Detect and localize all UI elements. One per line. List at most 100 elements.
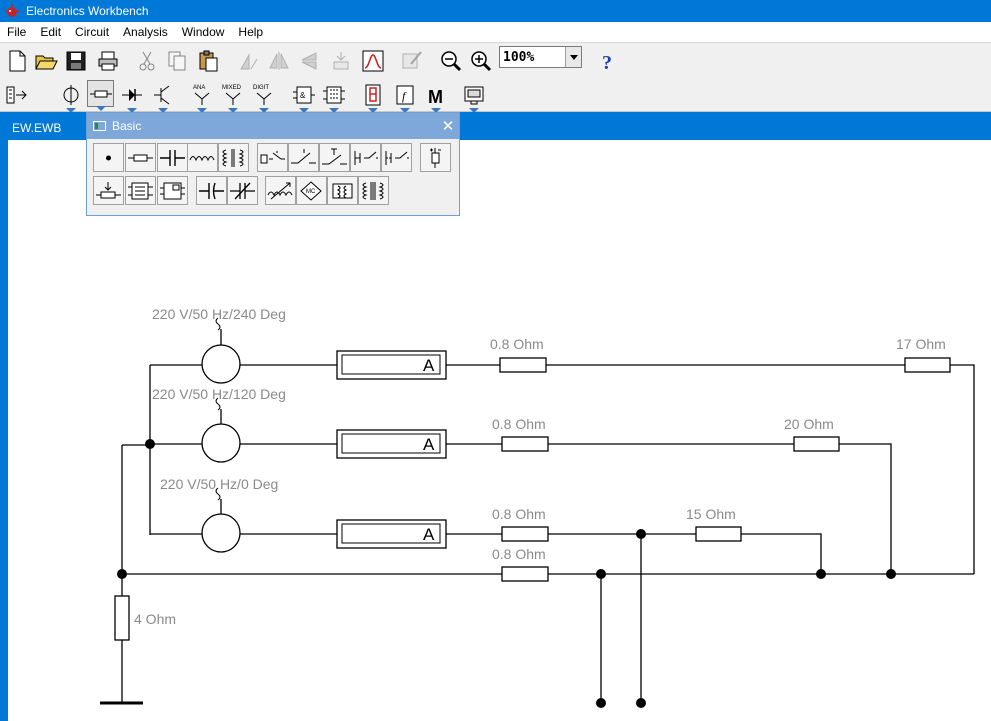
create-subcircuit-button[interactable] (398, 47, 425, 74)
svg-text:&: & (300, 91, 306, 100)
flip-horizontal-button[interactable] (265, 47, 292, 74)
main-toolbar: ? (0, 42, 991, 78)
favorites-bin-icon (6, 86, 27, 103)
ac-source-symbol (201, 344, 241, 384)
source-label: 220 V/50 Hz/240 Deg (152, 306, 286, 322)
ammeter-symbol: A (423, 525, 435, 544)
part-inductor[interactable] (187, 143, 218, 172)
palette-window-icon (93, 121, 106, 131)
menu-bar: File Edit Circuit Analysis Window Help (0, 22, 991, 42)
logic-gates-bin-button[interactable]: & (290, 81, 317, 113)
transistors-bin-button[interactable] (149, 81, 176, 113)
part-connector[interactable] (93, 143, 124, 172)
analog-ic-icon: ANA (193, 85, 209, 105)
graphs-button[interactable] (359, 47, 386, 74)
copy-button[interactable] (163, 47, 190, 74)
part-transformer[interactable] (218, 143, 249, 172)
part-capacitor[interactable] (157, 143, 188, 172)
resistor-pack-icon (128, 182, 153, 199)
menu-help[interactable]: Help (231, 22, 270, 42)
ac-source-symbol (201, 513, 241, 553)
zoom-in-button[interactable] (467, 47, 494, 74)
help-button[interactable]: ? (594, 47, 621, 74)
part-polarized-capacitor[interactable] (196, 176, 227, 205)
save-button[interactable] (62, 47, 89, 74)
basic-parts-palette: Basic ✕ MC (86, 112, 460, 216)
connector-dot-icon (106, 155, 111, 160)
flip-vertical-button[interactable] (295, 47, 322, 74)
part-magnetic-core[interactable]: MC (296, 176, 327, 205)
basic-bin-button[interactable] (87, 80, 114, 111)
variable-inductor-icon (267, 182, 293, 199)
part-coreless-coil[interactable] (327, 176, 358, 205)
open-button[interactable] (32, 47, 59, 74)
window-title: Electronics Workbench (26, 4, 149, 18)
part-pull-up-resistor[interactable] (420, 143, 451, 172)
part-resistor-pack[interactable] (125, 176, 156, 205)
part-current-switch[interactable] (381, 143, 412, 172)
diodes-bin-button[interactable] (118, 81, 145, 113)
source-label: 220 V/50 Hz/120 Deg (152, 386, 286, 402)
ammeter-3[interactable]: A (336, 519, 447, 549)
resistor-icon (89, 90, 112, 97)
print-button[interactable] (94, 47, 121, 74)
instruments-bin-button[interactable] (460, 81, 487, 113)
zoom-out-icon (440, 50, 461, 71)
resistor-label: 0.8 Ohm (490, 336, 544, 352)
close-icon[interactable]: ✕ (437, 117, 459, 135)
zoom-value: 100% (503, 49, 535, 65)
part-resistor[interactable] (125, 143, 156, 172)
part-switch[interactable] (288, 143, 319, 172)
analog-ics-bin-button[interactable]: ANA (188, 81, 215, 113)
palette-titlebar[interactable]: Basic ✕ (87, 113, 459, 139)
part-variable-capacitor[interactable] (227, 176, 258, 205)
ammeter-1[interactable]: A (336, 350, 447, 380)
part-nonlinear-transformer[interactable] (358, 176, 389, 205)
menu-circuit[interactable]: Circuit (68, 22, 116, 42)
basic-dropdown-icon (95, 106, 106, 111)
magnetic-core-icon: MC (300, 180, 322, 201)
part-relay[interactable] (257, 143, 288, 172)
logic-gate-icon: & (292, 86, 315, 103)
analog-badge: ANA (193, 85, 205, 91)
new-button[interactable] (3, 47, 30, 74)
favorites-bin-button[interactable] (3, 81, 30, 108)
paste-button[interactable] (194, 47, 221, 74)
part-voltage-switch[interactable] (350, 143, 381, 172)
subcircuit-pen-icon (402, 50, 422, 68)
rotate-button[interactable] (235, 47, 262, 74)
zoom-dropdown-arrow-icon[interactable] (565, 47, 581, 67)
menu-file[interactable]: File (0, 22, 33, 42)
component-properties-button[interactable] (327, 47, 354, 74)
menu-analysis[interactable]: Analysis (116, 22, 175, 42)
resistor-label: 0.8 Ohm (492, 506, 546, 522)
voltage-regulator-icon (160, 182, 185, 199)
zoom-select[interactable]: 100% (499, 46, 582, 68)
function-block-icon: f (396, 85, 413, 104)
ammeter-2[interactable]: A (336, 429, 447, 459)
voltage-controlled-switch-icon (354, 150, 378, 165)
indicators-bin-button[interactable] (359, 81, 386, 113)
cut-button[interactable] (133, 47, 160, 74)
flip-flop-icon (322, 86, 345, 103)
digital-ics-bin-button[interactable]: DIGIT (250, 81, 277, 113)
part-time-delay-switch[interactable] (319, 143, 350, 172)
ammeter-symbol: A (423, 435, 435, 454)
miscellaneous-bin-button[interactable]: M (422, 81, 449, 113)
controls-bin-button[interactable]: f (391, 81, 418, 113)
menu-edit[interactable]: Edit (33, 22, 68, 42)
part-potentiometer[interactable] (93, 176, 124, 205)
mixed-badge: MIXED (222, 85, 242, 91)
part-voltage-regulator[interactable] (157, 176, 188, 205)
svg-text:MC: MC (306, 189, 316, 195)
digital-bin-button[interactable] (320, 81, 347, 113)
part-variable-inductor[interactable] (265, 176, 296, 205)
zoom-out-button[interactable] (437, 47, 464, 74)
digital-ic-icon: DIGIT (253, 85, 271, 105)
window-titlebar[interactable]: Electronics Workbench (0, 0, 991, 22)
resistor-label: 20 Ohm (784, 416, 834, 432)
scissors-icon (139, 51, 154, 70)
menu-window[interactable]: Window (175, 22, 232, 42)
sources-bin-button[interactable] (57, 81, 84, 113)
mixed-ics-bin-button[interactable]: MIXED (219, 81, 246, 113)
